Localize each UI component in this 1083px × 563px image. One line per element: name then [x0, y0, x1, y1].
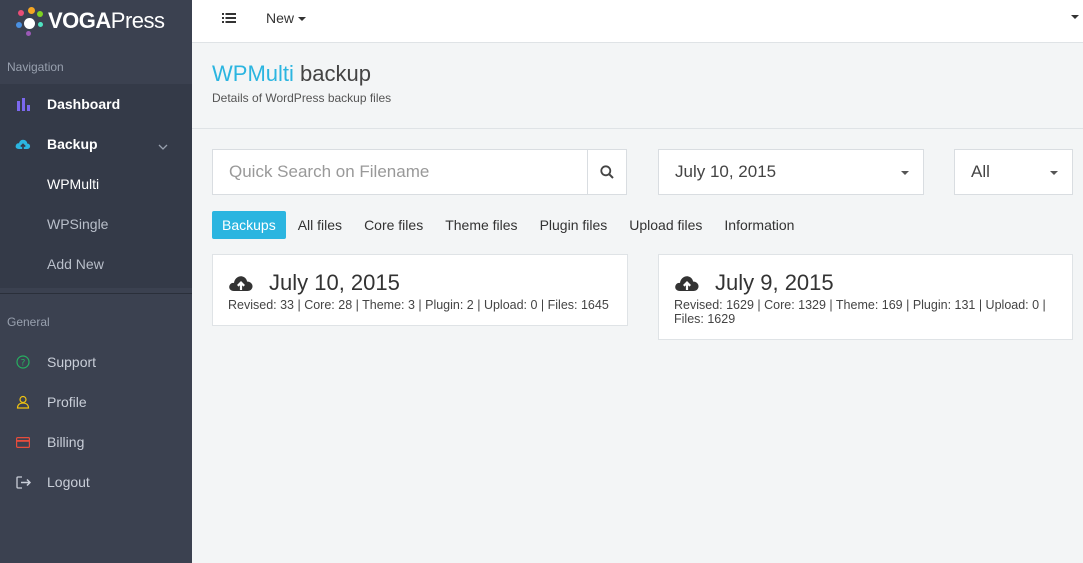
logout-icon	[14, 473, 32, 491]
sidebar-subitem-wpsingle[interactable]: WPSingle	[0, 204, 192, 244]
date-select-value: July 10, 2015	[675, 162, 777, 181]
sidebar-subitem-add-new[interactable]: Add New	[0, 244, 192, 284]
backup-card[interactable]: July 9, 2015 Revised: 1629 | Core: 1329 …	[658, 254, 1073, 340]
sidebar-item-billing[interactable]: Billing	[0, 422, 192, 462]
sidebar-item-label: Billing	[47, 434, 85, 450]
brand-logo[interactable]: VOGAPress	[0, 0, 192, 42]
chevron-down-icon[interactable]	[158, 137, 168, 153]
credit-card-icon	[14, 433, 32, 451]
sidebar-item-support[interactable]: ? Support	[0, 342, 192, 382]
sidebar-item-logout[interactable]: Logout	[0, 462, 192, 502]
backup-stats: Revised: 1629 | Core: 1329 | Theme: 169 …	[674, 298, 1057, 326]
sidebar-item-label: Support	[47, 354, 97, 370]
sidebar: VOGAPress Navigation Dashboard Backup WP…	[0, 0, 192, 563]
tab-all-files[interactable]: All files	[288, 211, 352, 239]
sidebar-item-label: Profile	[47, 394, 87, 410]
sidebar-item-backup[interactable]: Backup	[0, 124, 192, 164]
date-select[interactable]: July 10, 2015	[658, 149, 924, 195]
backup-stats-line: Revised: 1629 | Core: 1329 | Theme: 169 …	[674, 298, 1046, 312]
user-icon	[14, 393, 32, 411]
tab-plugin-files[interactable]: Plugin files	[530, 211, 618, 239]
backup-stats-line: Files: 1629	[674, 312, 736, 326]
new-dropdown-label: New	[266, 10, 295, 26]
sidebar-item-profile[interactable]: Profile	[0, 382, 192, 422]
type-select-value: All	[971, 162, 990, 181]
top-bar: New	[192, 0, 1083, 43]
general-header: General	[7, 315, 50, 329]
tab-information[interactable]: Information	[714, 211, 804, 239]
search-button[interactable]	[587, 150, 626, 194]
page-title-accent: WPMulti	[212, 61, 294, 86]
backup-card-header: July 10, 2015	[228, 269, 612, 297]
page-title-rest: backup	[293, 61, 371, 86]
backup-date: July 10, 2015	[269, 270, 400, 295]
cloud-upload-icon	[14, 135, 32, 153]
sidebar-item-dashboard[interactable]: Dashboard	[0, 84, 192, 124]
page-header: WPMulti backup Details of WordPress back…	[192, 43, 1083, 129]
page-title: WPMulti backup	[212, 61, 371, 87]
logo-icon	[14, 6, 46, 36]
brand-name: VOGAPress	[48, 8, 165, 33]
user-menu-caret-icon[interactable]	[1071, 15, 1079, 19]
backup-submenu: WPMulti WPSingle Add New	[0, 164, 192, 288]
help-circle-icon: ?	[14, 353, 32, 371]
sidebar-item-label: Dashboard	[47, 96, 121, 112]
backup-card[interactable]: July 10, 2015 Revised: 33 | Core: 28 | T…	[212, 254, 628, 326]
tab-upload-files[interactable]: Upload files	[619, 211, 712, 239]
new-dropdown[interactable]: New	[266, 10, 307, 26]
cloud-upload-icon	[229, 276, 253, 291]
backup-stats: Revised: 33 | Core: 28 | Theme: 3 | Plug…	[228, 298, 609, 312]
type-select[interactable]: All	[954, 149, 1073, 195]
bar-chart-icon	[14, 95, 32, 113]
tab-core-files[interactable]: Core files	[354, 211, 433, 239]
page-subtitle: Details of WordPress backup files	[212, 91, 392, 105]
caret-down-icon	[1050, 171, 1058, 175]
cloud-upload-icon	[675, 276, 699, 291]
search-icon	[600, 165, 614, 179]
caret-down-icon	[901, 171, 909, 175]
svg-text:?: ?	[21, 359, 26, 369]
menu-toggle-icon[interactable]	[222, 11, 236, 29]
sidebar-item-label: Logout	[47, 474, 90, 490]
tab-theme-files[interactable]: Theme files	[435, 211, 527, 239]
search-box	[212, 149, 627, 195]
sidebar-item-label: Backup	[47, 136, 98, 152]
backup-date: July 9, 2015	[715, 270, 834, 295]
file-tabs: Backups All files Core files Theme files…	[212, 211, 806, 239]
sidebar-subitem-wpmulti[interactable]: WPMulti	[0, 164, 192, 204]
caret-down-icon	[298, 17, 307, 22]
backup-card-header: July 9, 2015	[674, 269, 1057, 297]
tab-backups[interactable]: Backups	[212, 211, 286, 239]
navigation-header: Navigation	[7, 60, 64, 74]
search-input[interactable]	[213, 150, 587, 194]
